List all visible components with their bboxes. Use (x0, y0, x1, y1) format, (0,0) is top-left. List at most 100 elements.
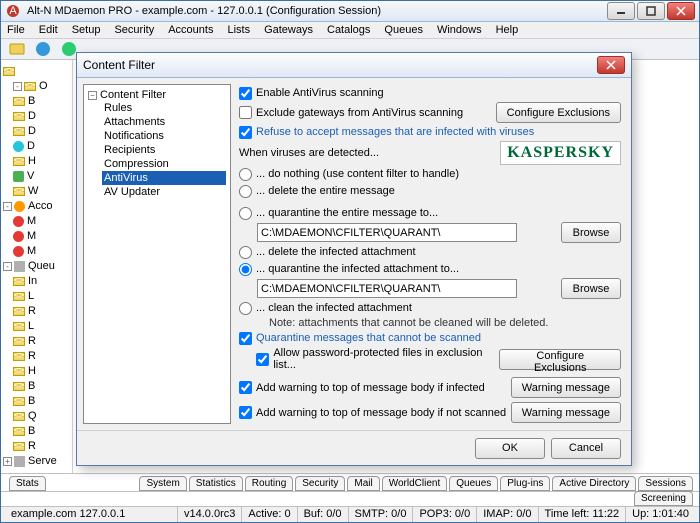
enable-av-checkbox[interactable] (239, 87, 252, 100)
nav-rules[interactable]: Rules (102, 101, 226, 115)
tree-root[interactable]: −Content Filter (88, 89, 226, 101)
clean-att-radio[interactable] (239, 302, 252, 315)
quarantine-att-radio[interactable] (239, 263, 252, 276)
tab-sessions[interactable]: Sessions (638, 476, 693, 491)
tab-statistics[interactable]: Statistics (189, 476, 243, 491)
quarantine-att-path-input[interactable] (257, 279, 517, 298)
tree-row[interactable]: M (3, 244, 70, 259)
menu-edit[interactable]: Edit (39, 24, 58, 36)
nav-attachments[interactable]: Attachments (102, 115, 226, 129)
expand-icon[interactable]: + (3, 457, 12, 466)
tab-queues[interactable]: Queues (449, 476, 498, 491)
menu-file[interactable]: File (7, 24, 25, 36)
tree-row[interactable]: H (3, 154, 70, 169)
tree-row[interactable]: B (3, 424, 70, 439)
tree-row[interactable] (3, 64, 70, 79)
menu-windows[interactable]: Windows (437, 24, 482, 36)
tree-row[interactable]: D (3, 139, 70, 154)
tree-row[interactable]: H (3, 364, 70, 379)
nav-compression[interactable]: Compression (102, 157, 226, 171)
browse-att-button[interactable]: Browse (561, 278, 621, 299)
tab-worldclient[interactable]: WorldClient (382, 476, 448, 491)
tab-stats[interactable]: Stats (9, 476, 46, 491)
nav-notifications[interactable]: Notifications (102, 129, 226, 143)
toolbar-icon-2[interactable] (33, 39, 53, 59)
expand-icon[interactable]: - (13, 82, 22, 91)
tab-screening[interactable]: Screening (634, 491, 693, 506)
menu-catalogs[interactable]: Catalogs (327, 24, 370, 36)
minimize-button[interactable] (607, 2, 635, 20)
mail-icon (13, 427, 25, 436)
tree-row[interactable]: Q (3, 409, 70, 424)
mail-icon (13, 307, 25, 316)
quarantine-noscan-checkbox[interactable] (239, 332, 252, 345)
tab-active-directory[interactable]: Active Directory (552, 476, 636, 491)
tree-row[interactable]: D (3, 124, 70, 139)
collapse-icon[interactable]: − (88, 91, 97, 100)
delete-att-radio[interactable] (239, 246, 252, 259)
tree-row[interactable]: +Serve (3, 454, 70, 469)
tree-row[interactable]: In (3, 274, 70, 289)
maximize-button[interactable] (637, 2, 665, 20)
menu-lists[interactable]: Lists (227, 24, 250, 36)
expand-icon[interactable]: - (3, 202, 12, 211)
allow-pwd-checkbox[interactable] (256, 353, 269, 366)
configure-exclusions-button[interactable]: Configure Exclusions (496, 102, 621, 123)
quarantine-msg-radio[interactable] (239, 207, 252, 220)
tree-row[interactable]: M (3, 229, 70, 244)
menu-accounts[interactable]: Accounts (168, 24, 213, 36)
tree-row[interactable]: -Acco (3, 199, 70, 214)
cyan-icon (13, 141, 24, 152)
tab-security[interactable]: Security (295, 476, 345, 491)
tab-plug-ins[interactable]: Plug-ins (500, 476, 550, 491)
warn-infected-label: Add warning to top of message body if in… (256, 382, 485, 394)
warn-infected-checkbox[interactable] (239, 381, 252, 394)
quarantine-msg-path-input[interactable] (257, 223, 517, 242)
cancel-button[interactable]: Cancel (551, 438, 621, 459)
tree-row[interactable]: B (3, 394, 70, 409)
expand-icon[interactable]: - (3, 262, 12, 271)
tree-row[interactable]: R (3, 439, 70, 454)
menu-setup[interactable]: Setup (72, 24, 101, 36)
tree-row[interactable]: L (3, 289, 70, 304)
menu-security[interactable]: Security (114, 24, 154, 36)
browse-msg-button[interactable]: Browse (561, 222, 621, 243)
tree-row[interactable]: W (3, 184, 70, 199)
tree-row[interactable]: R (3, 304, 70, 319)
dialog-close-button[interactable] (597, 56, 625, 74)
tab-mail[interactable]: Mail (347, 476, 379, 491)
warning-msg-button-1[interactable]: Warning message (511, 377, 621, 398)
delete-msg-radio[interactable] (239, 185, 252, 198)
tree-row[interactable]: R (3, 349, 70, 364)
do-nothing-radio[interactable] (239, 168, 252, 181)
menu-queues[interactable]: Queues (384, 24, 423, 36)
tree-row[interactable]: M (3, 214, 70, 229)
tree-row[interactable]: B (3, 379, 70, 394)
dialog-nav-tree[interactable]: −Content Filter RulesAttachmentsNotifica… (83, 84, 231, 424)
tree-row[interactable]: B (3, 94, 70, 109)
warning-msg-button-2[interactable]: Warning message (511, 402, 621, 423)
ok-button[interactable]: OK (475, 438, 545, 459)
toolbar-icon-1[interactable] (7, 39, 27, 59)
nav-av-updater[interactable]: AV Updater (102, 185, 226, 199)
orange-icon (14, 201, 25, 212)
tab-system[interactable]: System (139, 476, 186, 491)
refuse-checkbox[interactable] (239, 126, 252, 139)
quarantine-msg-label: ... quarantine the entire message to... (256, 207, 438, 219)
menu-gateways[interactable]: Gateways (264, 24, 313, 36)
tree-row[interactable]: D (3, 109, 70, 124)
nav-antivirus[interactable]: AntiVirus (102, 171, 226, 185)
tree-row[interactable]: V (3, 169, 70, 184)
tree-row[interactable]: R (3, 334, 70, 349)
exclude-gw-checkbox[interactable] (239, 106, 252, 119)
tree-row[interactable]: L (3, 319, 70, 334)
tree-row[interactable]: -Queu (3, 259, 70, 274)
warn-noscan-checkbox[interactable] (239, 406, 252, 419)
configure-exclusions-button-2[interactable]: Configure Exclusions (499, 349, 621, 370)
nav-tree[interactable]: -OBDDDHVW-AccoMMM-QueuInLRLRRHBBQBR+Serv… (1, 60, 73, 473)
nav-recipients[interactable]: Recipients (102, 143, 226, 157)
tab-routing[interactable]: Routing (245, 476, 293, 491)
tree-row[interactable]: -O (3, 79, 70, 94)
close-button[interactable] (667, 2, 695, 20)
menu-help[interactable]: Help (496, 24, 519, 36)
